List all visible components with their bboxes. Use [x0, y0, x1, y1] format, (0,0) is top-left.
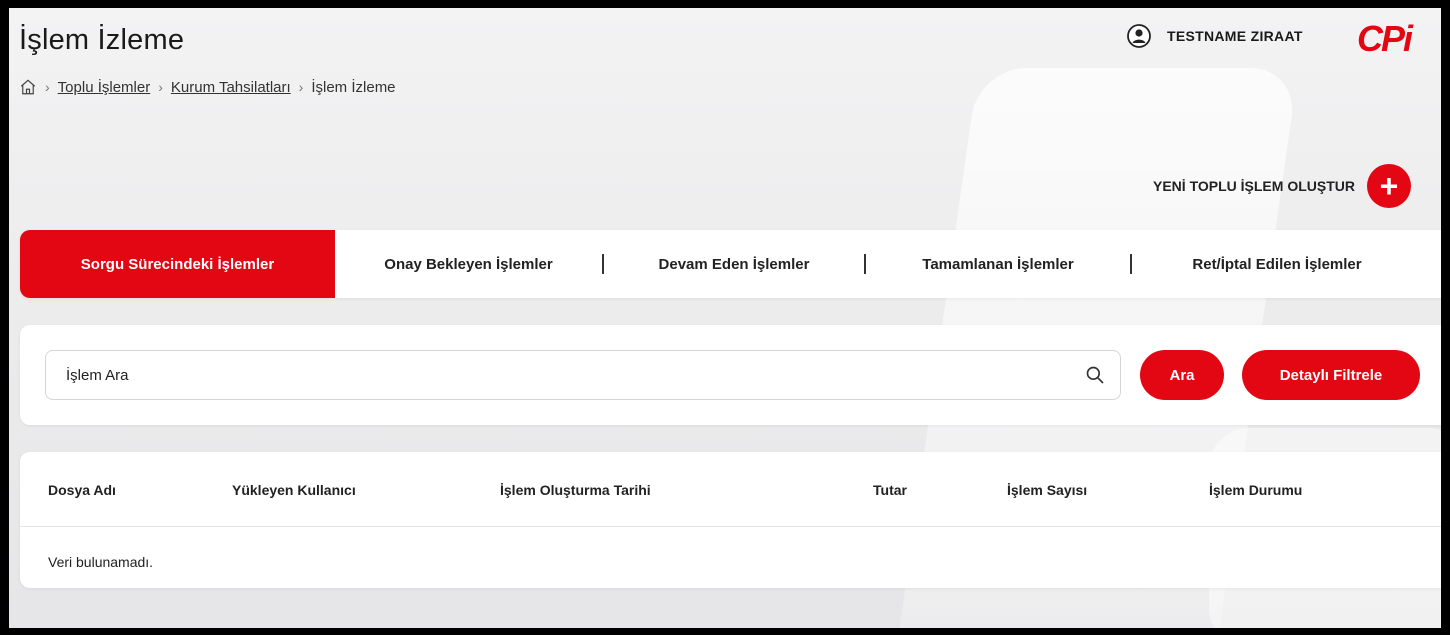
column-header-yukleyen-kullanici[interactable]: Yükleyen Kullanıcı	[232, 482, 356, 498]
column-header-dosya-adi[interactable]: Dosya Adı	[48, 482, 116, 498]
user-avatar-icon	[1127, 24, 1151, 48]
tab-onay-bekleyen[interactable]: Onay Bekleyen İşlemler	[335, 230, 602, 298]
user-name: TESTNAME ZIRAAT	[1167, 28, 1303, 44]
breadcrumb-link-toplu-islemler[interactable]: Toplu İşlemler	[58, 79, 151, 96]
tab-tamamlanan[interactable]: Tamamlanan İşlemler	[866, 230, 1130, 298]
chevron-right-icon: ›	[298, 79, 304, 95]
column-header-islem-durumu[interactable]: İşlem Durumu	[1209, 482, 1302, 498]
chevron-right-icon: ›	[45, 79, 50, 95]
status-tabs: Sorgu Sürecindeki İşlemler Onay Bekleyen…	[20, 230, 1441, 298]
column-header-tutar[interactable]: Tutar	[873, 482, 907, 498]
tab-sorgu-surecindeki[interactable]: Sorgu Sürecindeki İşlemler	[20, 230, 335, 298]
user-menu[interactable]: TESTNAME ZIRAAT	[1127, 24, 1303, 48]
page-title: İşlem İzleme	[19, 24, 185, 56]
home-icon[interactable]	[19, 78, 37, 96]
results-table: Dosya Adı Yükleyen Kullanıcı İşlem Oluşt…	[20, 452, 1441, 588]
breadcrumb: › Toplu İşlemler › Kurum Tahsilatları › …	[19, 78, 396, 96]
empty-state-message: Veri bulunamadı.	[48, 554, 154, 570]
chevron-right-icon: ›	[158, 79, 163, 95]
search-card: Ara Detaylı Filtrele	[20, 325, 1441, 425]
detailed-filter-button[interactable]: Detaylı Filtrele	[1242, 350, 1420, 400]
brand-logo: CPi	[1357, 18, 1413, 59]
table-header: Dosya Adı Yükleyen Kullanıcı İşlem Oluşt…	[20, 452, 1441, 527]
page-frame: İşlem İzleme › Toplu İşlemler › Kurum Ta…	[9, 8, 1441, 628]
new-bulk-operation-label: YENİ TOPLU İŞLEM OLUŞTUR	[1153, 178, 1355, 194]
tab-devam-eden[interactable]: Devam Eden İşlemler	[604, 230, 864, 298]
new-bulk-operation-button[interactable]: YENİ TOPLU İŞLEM OLUŞTUR +	[1153, 164, 1411, 208]
search-icon[interactable]	[1085, 365, 1105, 385]
plus-icon[interactable]: +	[1366, 164, 1411, 208]
breadcrumb-link-kurum-tahsilatlari[interactable]: Kurum Tahsilatları	[171, 79, 291, 96]
search-button[interactable]: Ara	[1140, 350, 1224, 400]
column-header-islem-sayisi[interactable]: İşlem Sayısı	[1007, 482, 1087, 498]
breadcrumb-current: İşlem İzleme	[311, 78, 396, 96]
tab-ret-iptal[interactable]: Ret/İptal Edilen İşlemler	[1132, 230, 1422, 298]
column-header-islem-olusturma-tarihi[interactable]: İşlem Oluşturma Tarihi	[500, 482, 651, 498]
search-input[interactable]	[45, 350, 1121, 400]
